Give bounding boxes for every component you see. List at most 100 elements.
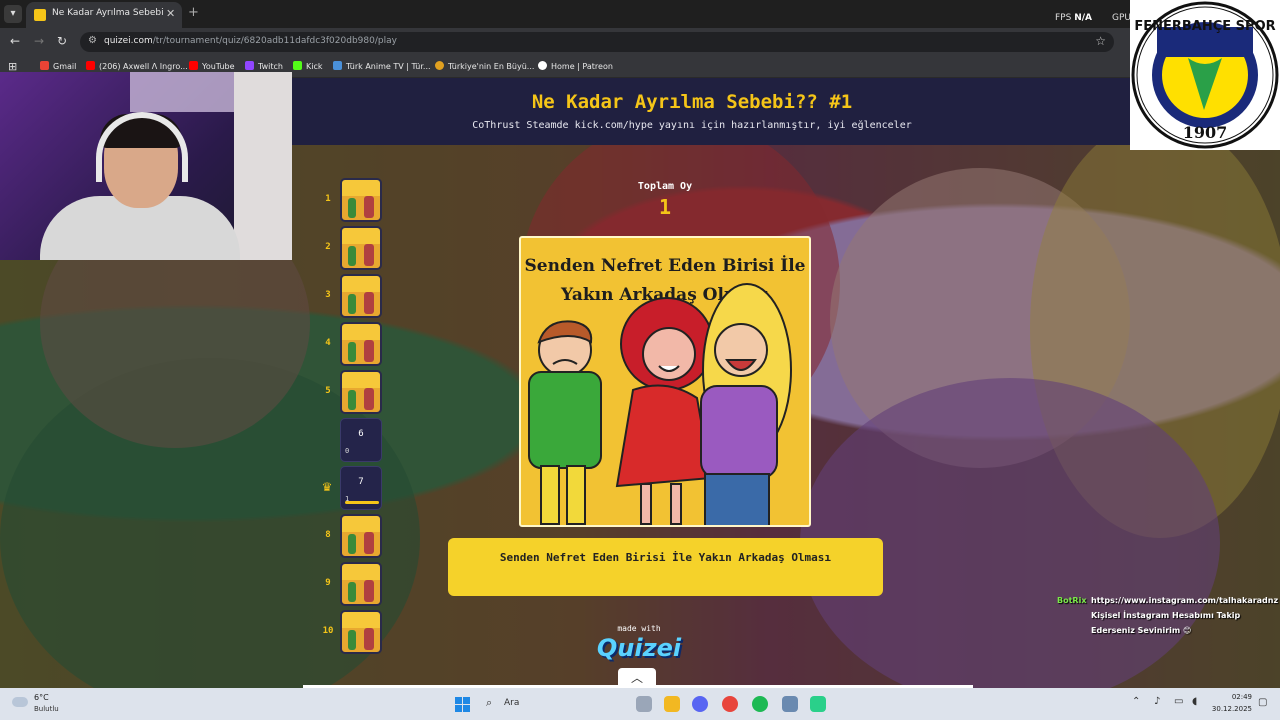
- task-view-icon[interactable]: [636, 696, 652, 712]
- spotify-icon[interactable]: [752, 696, 768, 712]
- taskbar-search-label[interactable]: Ara: [504, 698, 519, 708]
- url-host: quizei.com: [104, 36, 153, 46]
- bookmark-turk-anime[interactable]: Türk Anime TV | Tür...: [333, 61, 431, 71]
- browser-tab-bar: ▾ Ne Kadar Ayrılma Sebebi?? #1 · ✕ + FPS…: [0, 0, 1280, 28]
- made-with-label: made with: [617, 624, 661, 633]
- answer-label: Senden Nefret Eden Birisi İle Yakın Arka…: [499, 551, 832, 564]
- rail-number: 8: [325, 530, 331, 540]
- rail-item[interactable]: 1: [318, 178, 388, 222]
- kick-icon: [293, 61, 302, 70]
- rail-item[interactable]: 9: [318, 562, 388, 606]
- screen: ▾ Ne Kadar Ayrılma Sebebi?? #1 · ✕ + FPS…: [0, 0, 1280, 720]
- bookmark-patreon[interactable]: Home | Patreon: [538, 61, 613, 71]
- option-thumbnail[interactable]: [340, 610, 382, 654]
- volume-icon[interactable]: ◖: [1192, 696, 1197, 707]
- rail-item[interactable]: 10: [318, 610, 388, 654]
- tray-overflow-icon[interactable]: ⌃: [1132, 696, 1140, 707]
- rail-item[interactable]: 5: [318, 370, 388, 414]
- rail-number: 2: [325, 242, 331, 252]
- weather-temperature[interactable]: 6°C: [34, 693, 49, 702]
- file-explorer-icon[interactable]: [664, 696, 680, 712]
- cartoon-illustration: [528, 283, 792, 525]
- new-tab-button[interactable]: +: [188, 5, 199, 20]
- option-thumbnail[interactable]: [340, 562, 382, 606]
- twitch-icon: [245, 61, 254, 70]
- tab-search-chevron-icon[interactable]: ▾: [4, 5, 22, 23]
- rail-item[interactable]: 3: [318, 274, 388, 318]
- bookmark-star-icon[interactable]: ☆: [1095, 34, 1106, 48]
- match-number: 6: [358, 429, 364, 439]
- option-thumbnail[interactable]: [340, 226, 382, 270]
- match-slot[interactable]: 6 0: [340, 418, 382, 462]
- bookmark-twitch[interactable]: Twitch: [245, 61, 283, 71]
- rail-item-winner[interactable]: ♛ 7 1: [318, 466, 388, 510]
- notification-icon[interactable]: ▢: [1258, 697, 1267, 708]
- quizei-logo[interactable]: Quizei: [596, 634, 682, 662]
- settings-app-icon[interactable]: [782, 696, 798, 712]
- discord-icon[interactable]: [692, 696, 708, 712]
- bookmark-youtube-music[interactable]: (206) Axwell Λ Ingro...: [86, 61, 188, 71]
- background-figure: [800, 378, 1220, 688]
- rail-number: 10: [322, 626, 334, 636]
- chevron-up-icon[interactable]: ︿: [618, 668, 656, 688]
- fps-value: N/A: [1074, 13, 1092, 23]
- option-thumbnail[interactable]: [340, 274, 382, 318]
- chrome-icon[interactable]: [722, 696, 738, 712]
- total-votes-value: 1: [658, 195, 672, 219]
- close-tab-icon[interactable]: ✕: [166, 7, 175, 20]
- match-votes: 0: [345, 447, 350, 455]
- option-answer-button[interactable]: Senden Nefret Eden Birisi İle Yakın Arka…: [448, 538, 883, 596]
- reload-icon[interactable]: ↻: [57, 34, 67, 48]
- option-thumbnail[interactable]: [340, 514, 382, 558]
- address-bar[interactable]: ⚙ quizei.com/tr/tournament/quiz/6820adb1…: [80, 32, 1114, 52]
- bracket-rail: 1 2 3 4 5 6 0 ♛ 7 1 8 9 10: [318, 178, 388, 658]
- bookmark-label: Gmail: [53, 62, 77, 71]
- option-thumbnail[interactable]: [340, 178, 382, 222]
- option-thumbnail[interactable]: [340, 322, 382, 366]
- bookmark-youtube[interactable]: YouTube: [189, 61, 235, 71]
- rail-item[interactable]: 8: [318, 514, 388, 558]
- rail-item[interactable]: 4: [318, 322, 388, 366]
- youtube-icon: [86, 61, 95, 70]
- clock-date[interactable]: 30.12.2025: [1206, 705, 1252, 713]
- url-path: /tr/tournament/quiz/6820adb11dafdc3f020d…: [152, 36, 397, 46]
- back-arrow-icon[interactable]: ←: [10, 34, 20, 48]
- bookmark-label: Kick: [306, 62, 323, 71]
- fps-label: FPS: [1055, 13, 1072, 23]
- match-slot[interactable]: 7 1: [340, 466, 382, 510]
- site-info-icon[interactable]: ⚙: [88, 35, 97, 46]
- browser-tab[interactable]: Ne Kadar Ayrılma Sebebi?? #1 · ✕: [26, 2, 182, 28]
- browser-toolbar: ← → ↻ ⚙ quizei.com/tr/tournament/quiz/68…: [0, 28, 1280, 56]
- clock-time[interactable]: 02:49: [1222, 693, 1252, 701]
- tab-title: Ne Kadar Ayrılma Sebebi?? #1 ·: [52, 8, 164, 18]
- start-button[interactable]: [455, 697, 470, 712]
- network-icon[interactable]: ▭: [1174, 696, 1183, 707]
- bookmark-label: Türkiye'nin En Büyü...: [448, 62, 535, 71]
- bookmark-turkiye[interactable]: Türkiye'nin En Büyü...: [435, 61, 534, 71]
- anime-site-icon: [333, 61, 342, 70]
- svg-text:1907: 1907: [1183, 123, 1228, 142]
- option-image-card[interactable]: Senden Nefret Eden Birisi İle Yakın Arka…: [519, 236, 811, 527]
- bookmark-kick[interactable]: Kick: [293, 61, 323, 71]
- cloud-icon[interactable]: [12, 697, 28, 707]
- chat-username: BotRix: [1057, 596, 1087, 605]
- bookmark-label: Twitch: [258, 62, 283, 71]
- bookmark-label: (206) Axwell Λ Ingro...: [99, 62, 188, 71]
- bookmark-label: Türk Anime TV | Tür...: [346, 62, 431, 71]
- rail-number: 1: [325, 194, 331, 204]
- bookmark-gmail[interactable]: Gmail: [40, 61, 76, 71]
- rail-item[interactable]: 2: [318, 226, 388, 270]
- option-thumbnail[interactable]: [340, 370, 382, 414]
- weather-description[interactable]: Bulutlu: [34, 705, 59, 713]
- bookmark-label: YouTube: [202, 62, 235, 71]
- rail-item-active[interactable]: 6 0: [318, 418, 388, 462]
- forward-arrow-icon[interactable]: →: [34, 34, 44, 48]
- rail-number: 4: [325, 338, 331, 348]
- background-door: [234, 72, 292, 260]
- obs-app-icon[interactable]: [810, 696, 826, 712]
- microphone-icon[interactable]: ♪: [1154, 696, 1160, 707]
- quiz-title: Ne Kadar Ayrılma Sebebi?? #1: [531, 91, 853, 113]
- search-icon[interactable]: ⌕: [486, 696, 492, 710]
- rail-number: 9: [325, 578, 331, 588]
- youtube-icon: [189, 61, 198, 70]
